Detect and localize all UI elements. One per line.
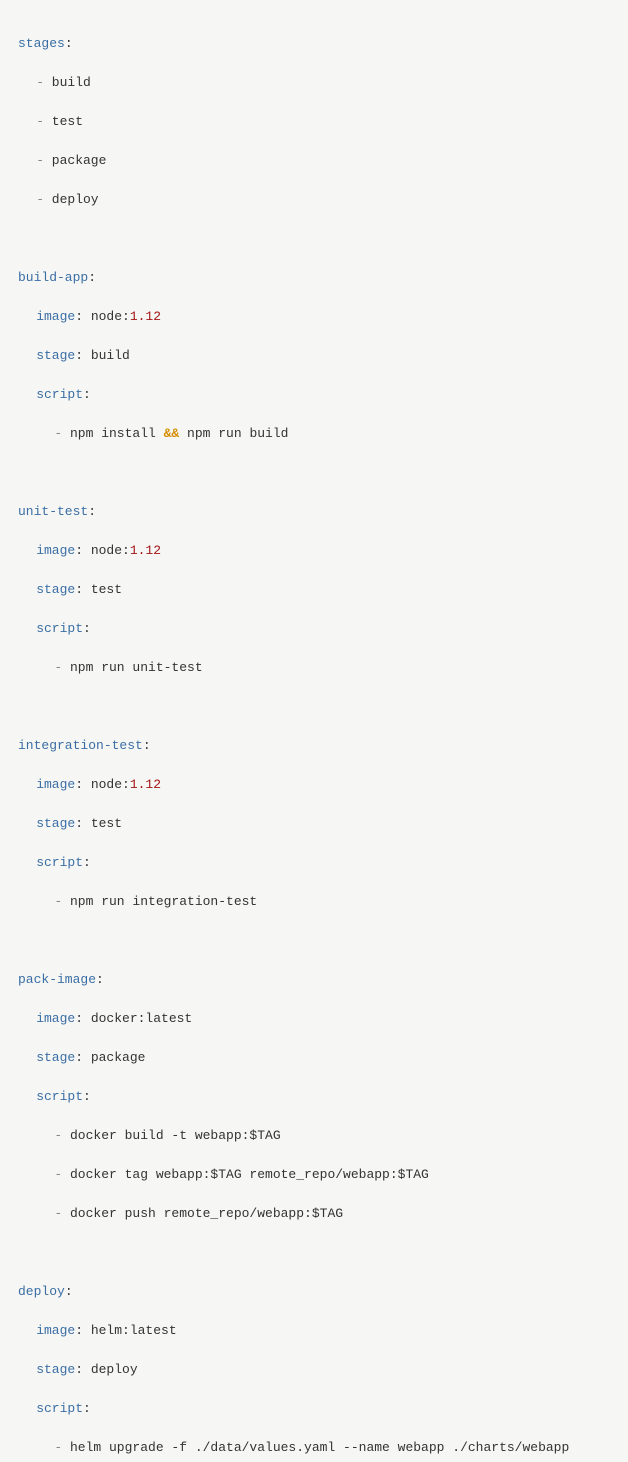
script-key: script:	[18, 1087, 610, 1107]
key-stages: stages	[18, 36, 65, 51]
image-line: image: helm:latest	[18, 1321, 610, 1341]
script-line: - docker build -t webapp:$TAG	[18, 1126, 610, 1146]
yaml-code-block: stages: - build - test - package - deplo…	[18, 14, 610, 1462]
stage-line: stage: test	[18, 580, 610, 600]
stage-line: stage: build	[18, 346, 610, 366]
job-name: unit-test	[18, 504, 88, 519]
list-item: - package	[18, 151, 610, 171]
job-name: build-app	[18, 270, 88, 285]
script-line: - npm run integration-test	[18, 892, 610, 912]
image-line: image: docker:latest	[18, 1009, 610, 1029]
script-line: - docker tag webapp:$TAG remote_repo/web…	[18, 1165, 610, 1185]
stages-key: stages:	[18, 34, 610, 54]
script-line: - npm install && npm run build	[18, 424, 610, 444]
job-name: deploy	[18, 1284, 65, 1299]
script-key: script:	[18, 385, 610, 405]
image-line: image: node:1.12	[18, 775, 610, 795]
stage-line: stage: test	[18, 814, 610, 834]
job-build-app: build-app:	[18, 268, 610, 288]
job-unit-test: unit-test:	[18, 502, 610, 522]
script-line: - npm run unit-test	[18, 658, 610, 678]
image-line: image: node:1.12	[18, 307, 610, 327]
job-name: integration-test	[18, 738, 143, 753]
stage-line: stage: package	[18, 1048, 610, 1068]
script-key: script:	[18, 853, 610, 873]
script-key: script:	[18, 619, 610, 639]
job-pack-image: pack-image:	[18, 970, 610, 990]
job-name: pack-image	[18, 972, 96, 987]
list-item: - build	[18, 73, 610, 93]
image-line: image: node:1.12	[18, 541, 610, 561]
script-line: - docker push remote_repo/webapp:$TAG	[18, 1204, 610, 1224]
list-item: - test	[18, 112, 610, 132]
script-line: - helm upgrade -f ./data/values.yaml --n…	[18, 1438, 610, 1458]
job-integration-test: integration-test:	[18, 736, 610, 756]
job-deploy: deploy:	[18, 1282, 610, 1302]
script-key: script:	[18, 1399, 610, 1419]
stage-line: stage: deploy	[18, 1360, 610, 1380]
list-item: - deploy	[18, 190, 610, 210]
